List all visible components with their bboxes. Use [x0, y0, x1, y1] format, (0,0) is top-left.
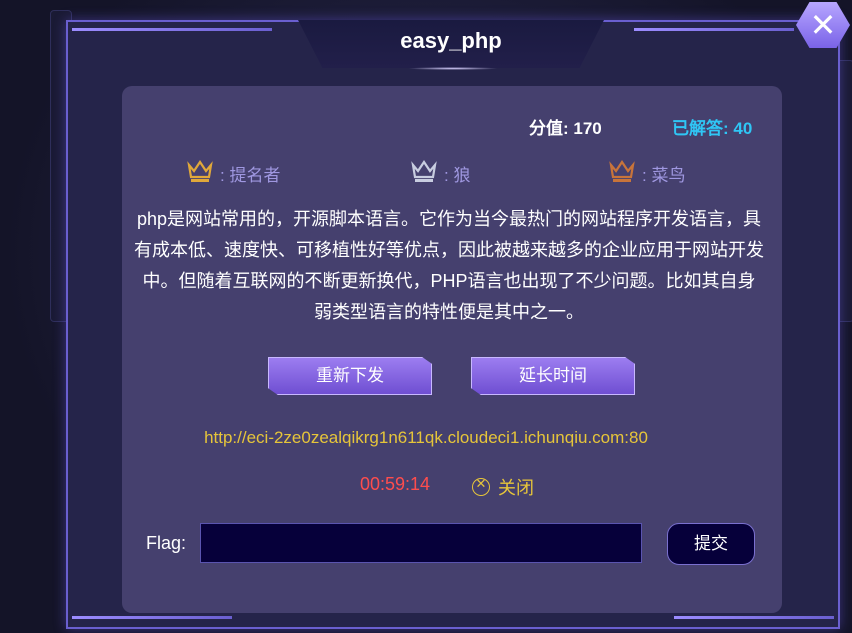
- role-label: : 提名者: [220, 165, 281, 185]
- decor-line: [72, 28, 272, 31]
- challenge-description: php是网站常用的，开源脚本语言。它作为当今最热门的网站程序开发语言，具有成本低…: [134, 209, 764, 322]
- role-newbie: : 菜鸟: [608, 159, 686, 188]
- close-icon: ✕: [809, 7, 837, 43]
- decor-line: [72, 616, 232, 619]
- bronze-crown-icon: [608, 159, 636, 188]
- flag-input[interactable]: [200, 523, 642, 563]
- redeploy-button[interactable]: 重新下发: [268, 357, 432, 395]
- role-legend: : 提名者 : 狼 : 菜鸟: [0, 159, 852, 188]
- title-bar: easy_php: [298, 20, 604, 68]
- solved-count: 已解答: 40: [672, 119, 753, 138]
- role-label: : 狼: [444, 165, 471, 185]
- submit-button[interactable]: 提交: [667, 523, 755, 565]
- role-wolf: : 狼: [410, 159, 471, 188]
- decor-line: [674, 616, 834, 619]
- close-circle-icon: ✕: [472, 476, 490, 496]
- score-value: 分值: 170: [529, 119, 602, 138]
- title-glow: [408, 67, 498, 70]
- close-instance-label: 关闭: [498, 478, 534, 498]
- role-nominator: : 提名者: [186, 159, 281, 188]
- close-instance-link[interactable]: ✕ 关闭: [472, 474, 534, 500]
- countdown-timer: 00:59:14: [360, 474, 431, 494]
- extend-time-button[interactable]: 延长时间: [471, 357, 635, 395]
- silver-crown-icon: [410, 159, 438, 188]
- modal-title: easy_php: [400, 28, 502, 53]
- challenge-url-link[interactable]: http://eci-2ze0zealqikrg1n611qk.cloudeci…: [0, 428, 852, 448]
- flag-label: Flag:: [146, 533, 187, 553]
- role-label: : 菜鸟: [642, 165, 686, 185]
- decor-line: [634, 28, 794, 31]
- gold-crown-icon: [186, 159, 214, 188]
